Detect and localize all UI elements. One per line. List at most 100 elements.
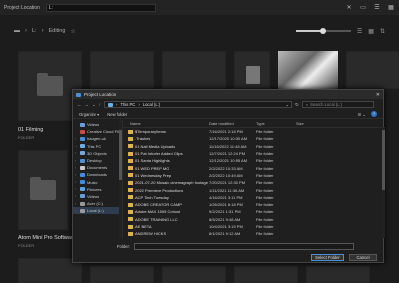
file-type: File folder xyxy=(256,158,274,164)
file-row[interactable]: 2022 Premiere Productions 1/11/2021 11:36… xyxy=(123,186,385,193)
zoom-slider-knob[interactable] xyxy=(320,28,327,34)
file-row[interactable]: ACP Tech Tuesday 4/16/2021 3:11 PM File fo… xyxy=(123,194,385,201)
chevron-icon[interactable]: › xyxy=(75,137,78,141)
nav-item[interactable]: › Documents xyxy=(73,164,122,171)
nav-item[interactable]: ⌄ This PC xyxy=(73,143,122,150)
column-header-name[interactable]: Name xyxy=(123,121,209,126)
file-date: 10/4/2021 3:19 PM xyxy=(209,224,243,229)
nav-item[interactable]: › haugen-uk xyxy=(73,135,122,142)
folder-tile[interactable] xyxy=(18,150,68,230)
select-folder-button[interactable]: Select Folder xyxy=(311,254,344,261)
file-row[interactable]: ADOBE TRAINING LLC 8/5/2021 9:48 AM File f… xyxy=(123,216,385,223)
file-list-scrollbar[interactable] xyxy=(382,128,385,238)
list-view-icon[interactable]: ☰ xyxy=(373,4,381,12)
file-row[interactable]: ANDREW HICKS 8/1/2021 9:12 AM File folder xyxy=(123,230,385,237)
recent-icon[interactable]: ⌄ xyxy=(92,102,96,108)
column-header-size[interactable]: Size xyxy=(296,121,326,126)
file-row[interactable]: 01 WED PREP MO 2/2/2022 10:33 AM File fold… xyxy=(123,164,385,171)
scrollbar-thumb[interactable] xyxy=(119,130,122,180)
chevron-icon[interactable]: ⌄ xyxy=(75,144,78,148)
chevron-icon[interactable]: › xyxy=(75,202,78,206)
path-local-drive[interactable]: Local (L:) xyxy=(143,102,160,107)
grid-view-icon[interactable]: ▦ xyxy=(368,28,374,35)
nav-pane-scrollbar[interactable] xyxy=(119,120,122,239)
scrollbar-thumb[interactable] xyxy=(382,130,385,190)
file-row[interactable]: 01 Wednesday Prep 2/2/2022 10:49 AM File f… xyxy=(123,172,385,179)
nav-item-icon xyxy=(80,122,85,127)
file-row[interactable]: Adobe MAX 1505 Cohost 9/2/2021 1:31 PM Fil… xyxy=(123,208,385,215)
close-button[interactable]: ✕ xyxy=(376,92,380,98)
refresh-icon[interactable]: ↻ xyxy=(295,102,299,108)
column-header-date[interactable]: Date modified xyxy=(209,121,256,126)
file-tile[interactable] xyxy=(234,51,270,89)
tile-subcaption: FOLDER xyxy=(18,243,35,248)
file-row[interactable]: .Trashes 12/17/2020 10:30 AM File folder xyxy=(123,135,385,142)
file-row[interactable]: AE BETA 10/4/2021 3:19 PM File folder xyxy=(123,223,385,230)
back-icon[interactable]: ← xyxy=(77,102,82,107)
grid-view-icon[interactable]: ▦ xyxy=(387,4,395,12)
crumb-drive[interactable]: L: xyxy=(32,28,37,34)
nav-item[interactable]: › Acer (C:) xyxy=(73,200,122,207)
folder-tile[interactable] xyxy=(90,266,154,283)
file-list: Name Date modified Type Size $TemporaryI… xyxy=(123,120,385,239)
help-button[interactable]: ? xyxy=(371,111,377,117)
folder-input[interactable] xyxy=(134,243,355,250)
folder-tile[interactable] xyxy=(234,266,298,283)
nav-item[interactable]: › Pictures xyxy=(73,186,122,193)
forward-icon[interactable]: → xyxy=(85,102,90,107)
chevron-icon[interactable]: › xyxy=(75,151,78,155)
chevron-icon[interactable]: › xyxy=(75,159,78,163)
project-location-field[interactable]: L: xyxy=(45,3,156,12)
new-folder-button[interactable]: New folder xyxy=(107,112,127,117)
thumbnail-image[interactable] xyxy=(278,51,338,89)
file-row[interactable]: 01 Pat Inhofer Added Clips 12/7/2021 12:2… xyxy=(123,150,385,157)
close-icon[interactable]: ✕ xyxy=(345,4,353,12)
chevron-icon[interactable]: › xyxy=(75,166,78,170)
folder-icon xyxy=(128,188,133,193)
column-header-row: Name Date modified Type Size xyxy=(123,120,385,128)
file-date: 1/26/2021 8:18 PM xyxy=(209,202,243,208)
address-bar[interactable]: › This PC › Local (L:) ⌄ xyxy=(104,101,293,108)
view-options-icon[interactable]: ☰ ⌄ xyxy=(358,112,366,117)
chevron-icon[interactable]: › xyxy=(75,180,78,184)
nav-item[interactable]: › Local (L:) xyxy=(73,207,122,215)
dropdown-icon[interactable]: ⌄ xyxy=(286,102,292,107)
path-this-pc[interactable]: This PC xyxy=(120,102,135,107)
file-row[interactable]: $TemporaryItems 7/16/2021 2:18 PM File fol… xyxy=(123,128,385,135)
search-input[interactable]: ⌕ Search Local (L:) xyxy=(301,101,374,108)
cancel-button[interactable]: Cancel xyxy=(349,254,377,261)
chevron-icon[interactable]: › xyxy=(75,173,78,177)
folder-tile[interactable] xyxy=(346,51,399,89)
dialog-titlebar[interactable]: Project Location ✕ xyxy=(73,90,383,99)
organize-button[interactable]: Organize ▾ xyxy=(79,112,99,117)
file-row[interactable]: 01 Nail Media Uploads 11/16/2022 11:48 AM… xyxy=(123,143,385,150)
column-header-type[interactable]: Type xyxy=(256,121,296,126)
file-row[interactable]: 2021-07-20 Mosaic cinemagraph footage 7/2… xyxy=(123,179,385,186)
drive-icon[interactable]: ▬ xyxy=(14,28,20,34)
star-icon[interactable]: ☆ xyxy=(70,28,75,35)
nav-item[interactable]: › 3D Objects xyxy=(73,150,122,157)
chevron-icon[interactable]: › xyxy=(75,194,78,198)
folder-tile[interactable] xyxy=(162,51,226,89)
list-view-icon[interactable]: ☰ xyxy=(357,28,362,35)
sort-icon[interactable]: ⇅ xyxy=(380,28,385,35)
folder-tile[interactable] xyxy=(90,51,154,89)
nav-item[interactable]: › Music xyxy=(73,179,122,186)
nav-item[interactable]: Creative Cloud Fil xyxy=(73,128,122,135)
nav-item[interactable]: › Videos xyxy=(73,193,122,200)
chevron-icon[interactable]: › xyxy=(75,187,78,191)
nav-item[interactable]: Videos xyxy=(73,121,122,128)
zoom-slider[interactable] xyxy=(295,28,351,34)
nav-item[interactable]: › Downloads xyxy=(73,171,122,178)
file-name: ADOBE TRAINING LLC xyxy=(135,216,178,222)
folder-tile[interactable] xyxy=(162,266,226,283)
folder-tile[interactable] xyxy=(306,266,370,283)
nav-item[interactable]: › Desktop xyxy=(73,157,122,164)
file-row[interactable]: ADOBE CREATOR CAMP 1/26/2021 8:18 PM File … xyxy=(123,201,385,208)
crumb-editing[interactable]: Editing xyxy=(49,28,66,34)
chevron-icon[interactable]: › xyxy=(75,209,78,213)
up-icon[interactable]: ↑ xyxy=(99,102,101,107)
folder-icon[interactable]: ▭ xyxy=(359,4,367,12)
file-row[interactable]: 01 Santa Highlights 12/12/2021 10:55 AM Fi… xyxy=(123,157,385,164)
nav-item-icon xyxy=(80,201,85,206)
